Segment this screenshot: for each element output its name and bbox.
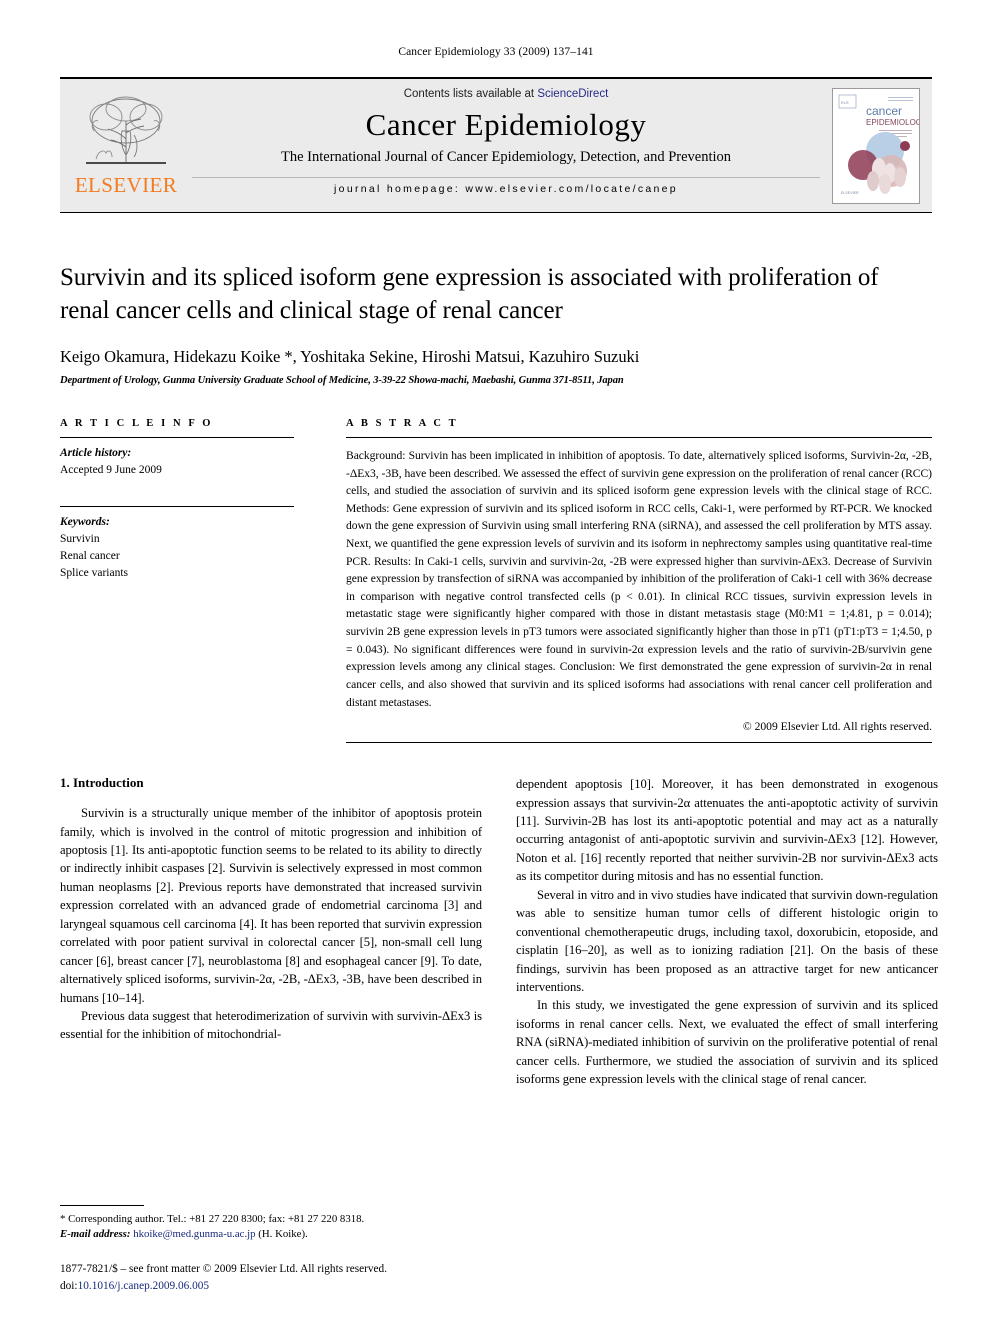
article-history: Article history: Accepted 9 June 2009 [60,438,294,480]
publisher-logo: ELSEVIER [60,79,192,212]
keyword-item: Splice variants [60,567,129,580]
doi-link[interactable]: 10.1016/j.canep.2009.06.005 [78,1280,209,1292]
doi-label: doi: [60,1280,78,1293]
sciencedirect-link[interactable]: ScienceDirect [537,88,608,100]
corresponding-author-line: * Corresponding author. Tel.: +81 27 220… [60,1212,365,1225]
paragraph: Survivin is a structurally unique member… [60,806,482,1005]
body-column-right: dependent apoptosis [10]. Moreover, it h… [516,775,938,1088]
affiliation: Department of Urology, Gunma University … [60,375,624,386]
cover-artwork: ELS cancer EPIDEMIOLOGY [833,88,919,203]
journal-subtitle: The International Journal of Cancer Epid… [280,148,732,165]
elsevier-tree-icon [86,96,166,164]
paragraph: Several in vitro and in vivo studies hav… [516,887,938,994]
doi-line: doi:10.1016/j.canep.2009.06.005 [60,1278,530,1295]
keywords-block: Keywords: Survivin Renal cancer Splice v… [60,507,294,583]
title-block: Survivin and its spliced isoform gene ex… [60,261,932,386]
issn-front-matter: 1877-7821/$ – see front matter © 2009 El… [60,1263,388,1276]
corresponding-author-footnote: * Corresponding author. Tel.: +81 27 220… [60,1204,482,1243]
body-column-left: 1. Introduction Survivin is a structural… [60,775,482,1088]
paragraph: In this study, we investigated the gene … [516,998,938,1087]
keywords-label: Keywords: [60,515,110,528]
abstract-copyright: © 2009 Elsevier Ltd. All rights reserved… [742,720,932,734]
info-abstract-section: A R T I C L E I N F O Article history: A… [60,418,932,744]
abstract-heading: A B S T R A C T [346,418,459,429]
contents-lists-line: Contents lists available at ScienceDirec… [404,88,609,100]
article-history-value: Accepted 9 June 2009 [60,464,162,477]
divider [346,742,932,744]
journal-masthead: ELSEVIER Contents lists available at Sci… [60,77,932,213]
abstract-column: A B S T R A C T Background: Survivin has… [346,418,932,744]
paper-page: Cancer Epidemiology 33 (2009) 137–141 EL… [0,0,992,1323]
section-heading-introduction: 1. Introduction [60,775,144,791]
keyword-item: Renal cancer [60,550,120,562]
running-head: Cancer Epidemiology 33 (2009) 137–141 [398,46,594,58]
svg-text:cancer: cancer [866,104,902,118]
page-title: Survivin and its spliced isoform gene ex… [60,264,879,324]
body-columns: 1. Introduction Survivin is a structural… [60,775,938,1088]
email-owner: (H. Koike). [258,1228,308,1241]
article-info-heading: A R T I C L E I N F O [60,418,214,429]
journal-title: Cancer Epidemiology [365,107,647,142]
email-link[interactable]: hkoike@med.gunma-u.ac.jp [133,1228,255,1240]
abstract-text: Background: Survivin has been implicated… [346,449,932,709]
svg-text:ELSEVIER: ELSEVIER [841,191,859,195]
svg-text:EPIDEMIOLOGY: EPIDEMIOLOGY [866,118,919,127]
article-info-column: A R T I C L E I N F O Article history: A… [60,418,294,743]
journal-cover-thumbnail: ELS cancer EPIDEMIOLOGY [820,79,932,212]
email-label: E-mail address: [60,1228,131,1241]
contents-prefix: Contents lists available at [403,88,538,100]
imprint-block: 1877-7821/$ – see front matter © 2009 El… [60,1261,530,1295]
author-list: Keigo Okamura, Hidekazu Koike *, Yoshita… [60,347,640,366]
divider [60,1204,144,1206]
svg-text:ELS: ELS [841,100,849,105]
paragraph: dependent apoptosis [10]. Moreover, it h… [516,777,938,884]
elsevier-wordmark: ELSEVIER [74,172,178,197]
article-history-label: Article history: [60,447,132,459]
masthead-center: Contents lists available at ScienceDirec… [192,79,820,212]
email-line: E-mail address: hkoike@med.gunma-u.ac.jp… [60,1227,482,1243]
journal-homepage-link[interactable]: journal homepage: www.elsevier.com/locat… [192,176,820,195]
keyword-item: Survivin [60,532,100,545]
paragraph: Previous data suggest that heterodimeriz… [60,1008,482,1042]
